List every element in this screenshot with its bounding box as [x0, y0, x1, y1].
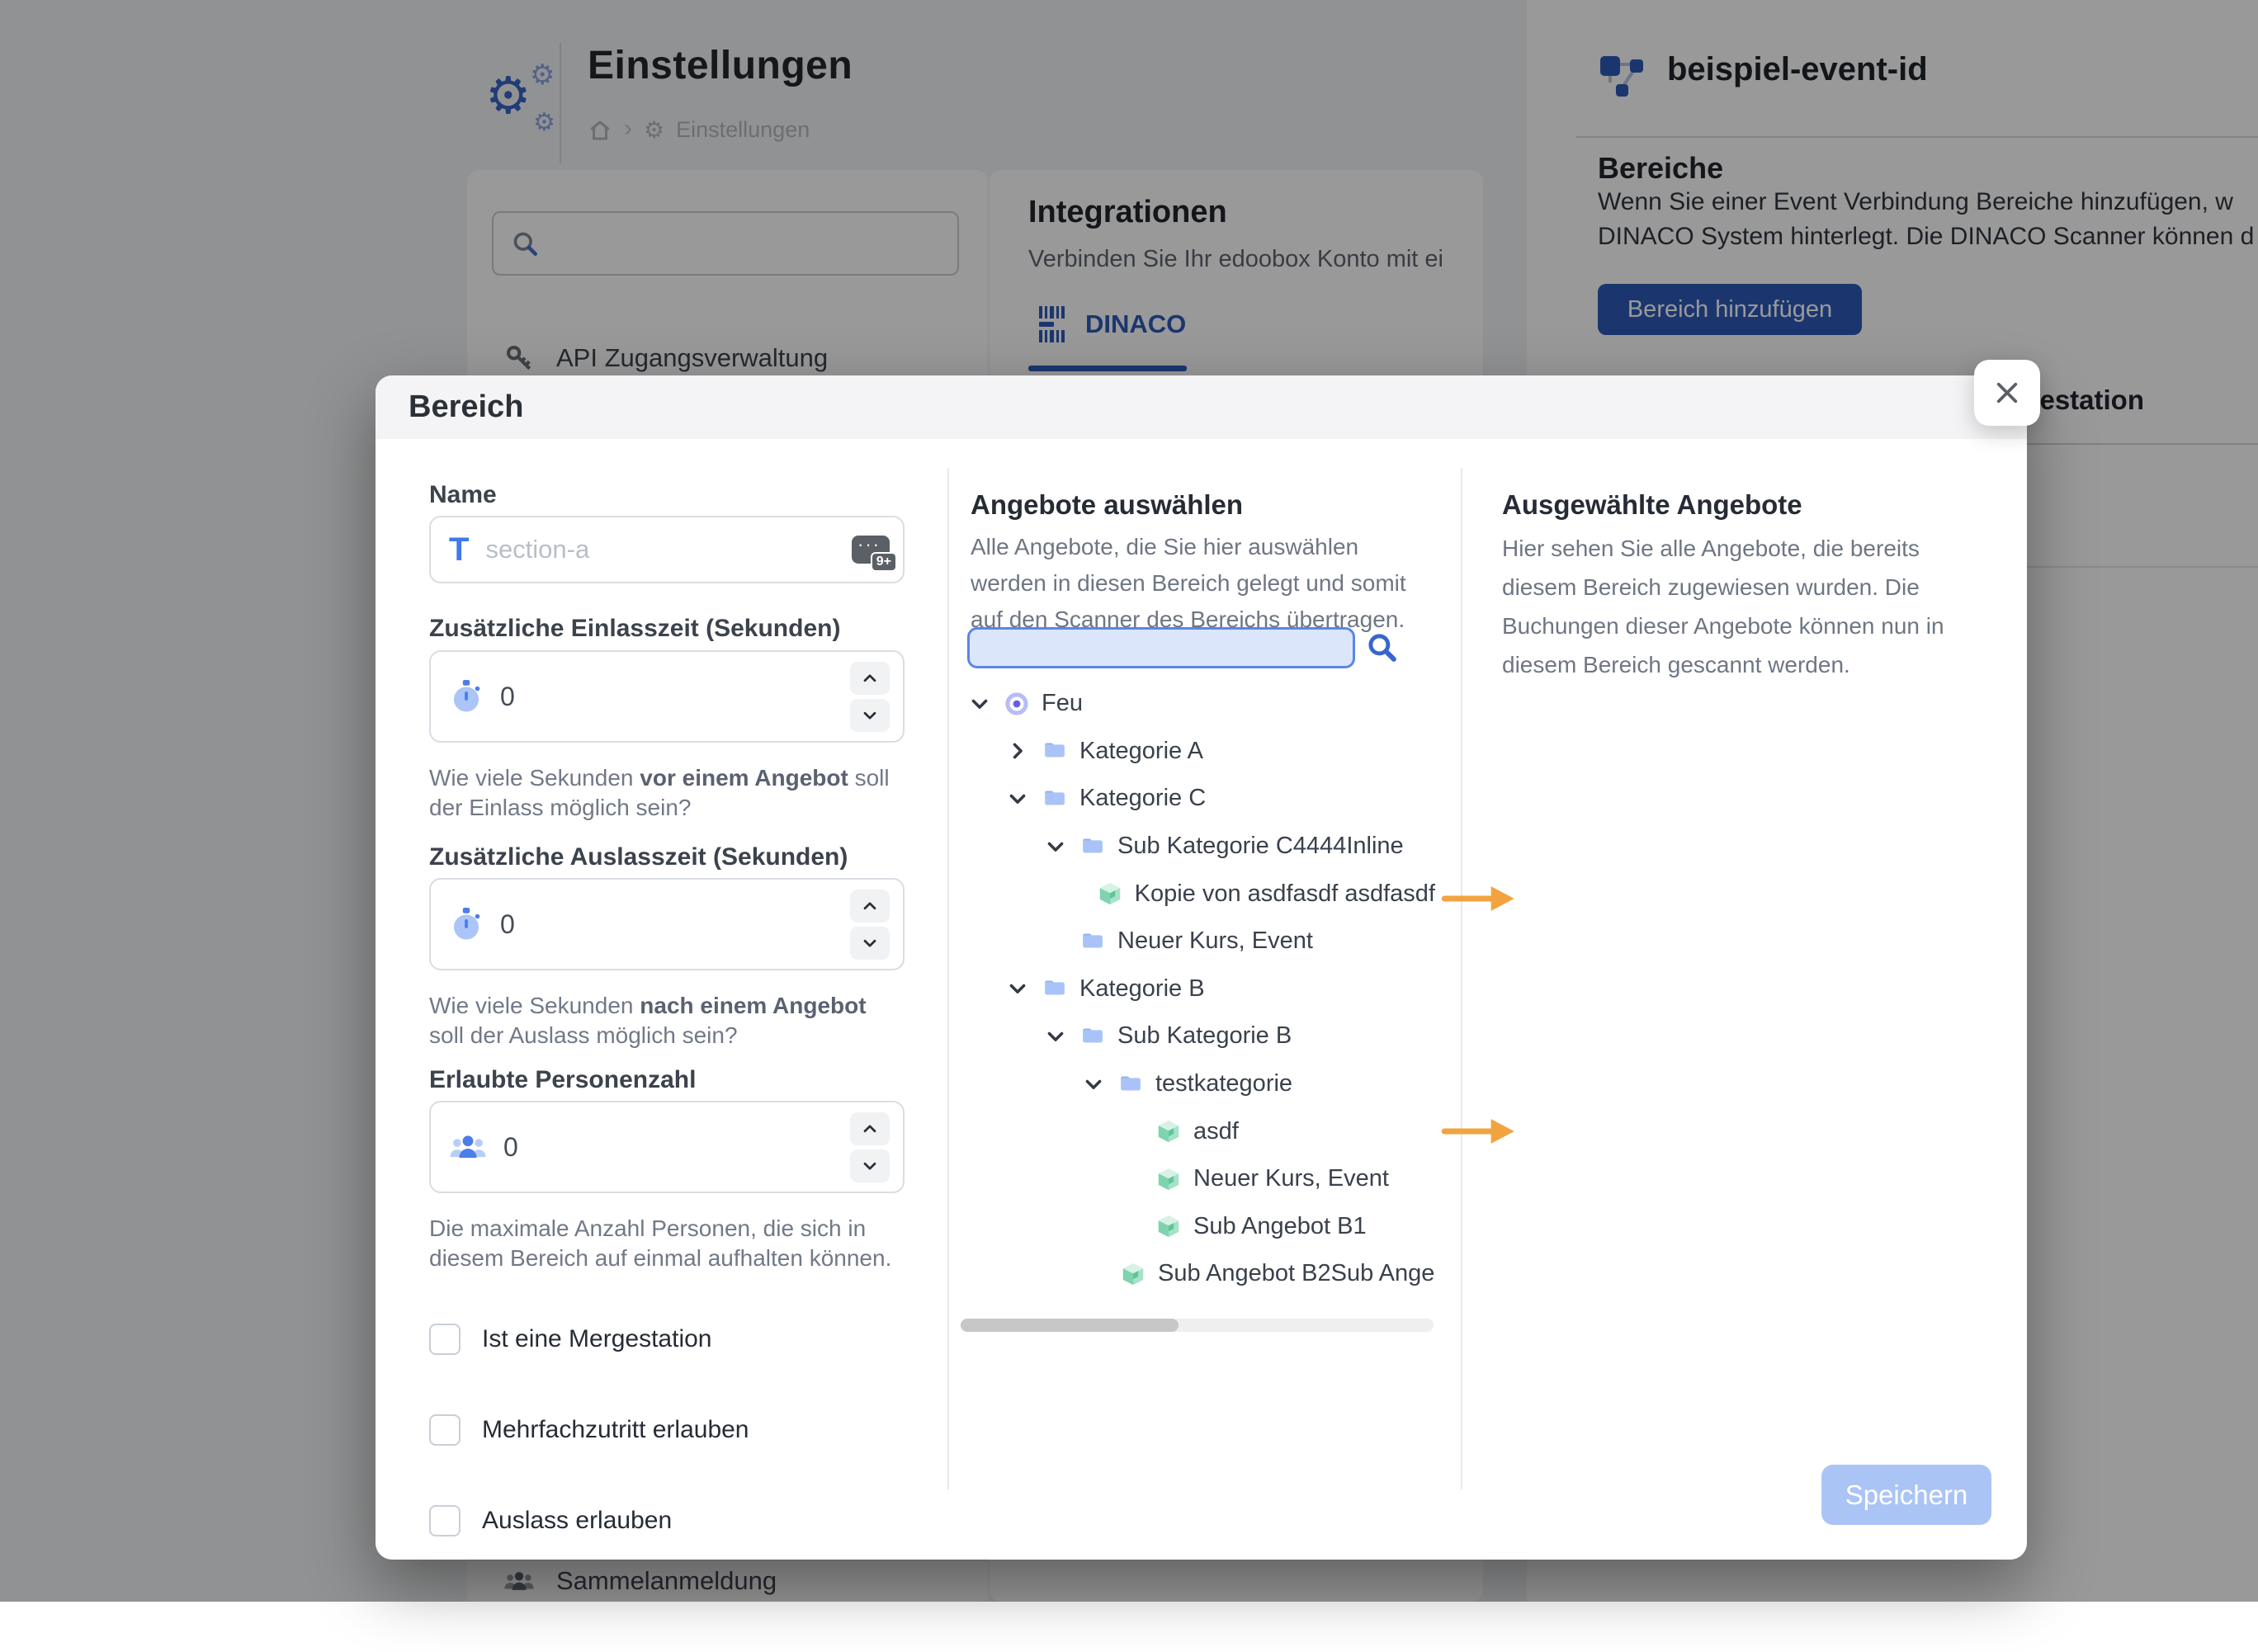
- name-input[interactable]: T section-a ··· 9+: [429, 516, 905, 583]
- tree-item-label[interactable]: Feu: [1042, 690, 1083, 717]
- chevron-right-icon[interactable]: [1006, 739, 1042, 762]
- checkbox[interactable]: [429, 1505, 461, 1536]
- tree-row[interactable]: Sub Angebot B1: [968, 1203, 1435, 1251]
- tree-item-label[interactable]: Sub Kategorie C4444Inline: [1117, 833, 1404, 860]
- angebote-auswaehlen-title: Angebote auswählen: [971, 489, 1243, 521]
- folder-icon: [1079, 928, 1106, 955]
- auslasszeit-value: 0: [500, 909, 515, 940]
- auslasszeit-decrement-button[interactable]: [850, 927, 890, 960]
- folder-icon: [1042, 786, 1068, 812]
- auslasszeit-label: Zusätzliche Auslasszeit (Sekunden): [429, 843, 905, 871]
- personenzahl-decrement-button[interactable]: [850, 1149, 890, 1182]
- checkbox-row-auslass[interactable]: Auslass erlauben: [429, 1505, 672, 1536]
- einlasszeit-help: Wie viele Sekunden vor einem Angebot sol…: [429, 763, 905, 823]
- einlasszeit-increment-button[interactable]: [850, 662, 890, 695]
- tree-row[interactable]: Kategorie C: [968, 775, 1435, 823]
- stopwatch-icon: [449, 906, 484, 942]
- tree-horizontal-scrollbar[interactable]: [961, 1319, 1434, 1332]
- tree-item-label[interactable]: asdf: [1193, 1118, 1239, 1145]
- tree-item-label[interactable]: Kategorie B: [1079, 975, 1205, 1003]
- text-type-icon: T: [449, 533, 469, 566]
- tree-row[interactable]: Kopie von asdfasdf asdfasdf: [968, 870, 1435, 918]
- tree-item-label[interactable]: Kopie von asdfasdf asdfasdf: [1135, 880, 1435, 908]
- angebote-tree: Feu Kategorie A Kategorie C Sub Kategorie C…: [968, 680, 1435, 1307]
- tree-row[interactable]: Neuer Kurs, Event: [968, 918, 1435, 965]
- search-icon[interactable]: [1364, 630, 1399, 664]
- folder-icon: [1079, 1023, 1106, 1050]
- tree-item-label[interactable]: Sub Kategorie B: [1117, 1022, 1292, 1050]
- folder-icon: [1042, 975, 1068, 1002]
- personenzahl-label: Erlaubte Personenzahl: [429, 1066, 905, 1094]
- ausgewaehlte-angebote-title: Ausgewählte Angebote: [1502, 489, 1802, 521]
- personenzahl-value: 0: [503, 1132, 518, 1163]
- keyboard-counter-icon[interactable]: ··· 9+: [852, 536, 890, 564]
- chevron-down-icon[interactable]: [1006, 787, 1042, 810]
- personenzahl-help: Die maximale Anzahl Personen, die sich i…: [429, 1214, 905, 1273]
- badge: 9+: [871, 552, 897, 572]
- auslasszeit-help: Wie viele Sekunden nach einem Angebot so…: [429, 991, 905, 1050]
- einlasszeit-decrement-button[interactable]: [850, 699, 890, 732]
- target-icon: [1004, 691, 1030, 717]
- tree-row[interactable]: Neuer Kurs, Event: [968, 1155, 1435, 1203]
- tree-row[interactable]: Sub Kategorie B: [968, 1012, 1435, 1060]
- tree-item-label[interactable]: Sub Angebot B2Sub Angeb: [1158, 1260, 1435, 1287]
- folder-icon: [1117, 1071, 1144, 1097]
- folder-icon: [1042, 738, 1068, 764]
- angebote-search-input[interactable]: [967, 627, 1355, 668]
- chevron-down-icon[interactable]: [1006, 977, 1042, 1000]
- column-divider: [1461, 468, 1462, 1489]
- einlasszeit-input[interactable]: 0: [429, 650, 905, 743]
- people-icon: [449, 1130, 487, 1163]
- cube-icon: [1155, 1166, 1182, 1192]
- personenzahl-increment-button[interactable]: [850, 1112, 890, 1145]
- tree-item-label[interactable]: Sub Angebot B1: [1193, 1213, 1367, 1240]
- auslasszeit-increment-button[interactable]: [850, 890, 890, 923]
- einlasszeit-value: 0: [500, 682, 515, 712]
- scrollbar-thumb[interactable]: [961, 1319, 1179, 1332]
- close-icon: [1991, 377, 2023, 408]
- checkbox-row-mehrfachzutritt[interactable]: Mehrfachzutritt erlauben: [429, 1414, 749, 1446]
- tree-item-label[interactable]: Neuer Kurs, Event: [1193, 1165, 1389, 1192]
- name-placeholder: section-a: [485, 535, 589, 564]
- annotation-arrow: [1438, 884, 1518, 913]
- tree-item-label[interactable]: Kategorie A: [1079, 738, 1203, 765]
- tree-row[interactable]: testkategorie: [968, 1060, 1435, 1108]
- tree-row[interactable]: Feu: [968, 680, 1435, 728]
- modal-header: Bereich: [376, 375, 2027, 439]
- stopwatch-icon: [449, 678, 484, 715]
- name-label: Name: [429, 481, 905, 509]
- chevron-down-icon[interactable]: [1044, 1025, 1079, 1048]
- tree-item-label[interactable]: Neuer Kurs, Event: [1117, 927, 1313, 955]
- tree-row[interactable]: Kategorie B: [968, 965, 1435, 1013]
- chevron-down-icon[interactable]: [1044, 835, 1079, 858]
- angebote-auswaehlen-description: Alle Angebote, die Sie hier auswählen we…: [971, 529, 1436, 638]
- checkbox[interactable]: [429, 1414, 461, 1446]
- cube-icon: [1155, 1118, 1182, 1145]
- checkbox[interactable]: [429, 1324, 461, 1355]
- cube-icon: [1155, 1213, 1182, 1239]
- tree-item-label[interactable]: Kategorie C: [1079, 785, 1206, 812]
- tree-row[interactable]: asdf: [968, 1107, 1435, 1155]
- cube-icon: [1097, 880, 1123, 907]
- annotation-arrow: [1438, 1116, 1518, 1146]
- chevron-down-icon[interactable]: [968, 692, 1004, 715]
- cube-icon: [1120, 1261, 1146, 1287]
- save-button[interactable]: Speichern: [1821, 1465, 1991, 1525]
- bereich-modal: Bereich Name T section-a ··· 9+ Zusätzli…: [376, 375, 2027, 1560]
- checkbox-row-mergestation[interactable]: Ist eine Mergestation: [429, 1324, 711, 1355]
- tree-row[interactable]: Kategorie A: [968, 728, 1435, 776]
- chevron-down-icon[interactable]: [1082, 1073, 1117, 1096]
- ausgewaehlte-angebote-description: Hier sehen Sie alle Angebote, die bereit…: [1502, 529, 1948, 684]
- modal-title: Bereich: [409, 389, 523, 425]
- personenzahl-input[interactable]: 0: [429, 1101, 905, 1193]
- tree-item-label[interactable]: testkategorie: [1155, 1070, 1292, 1097]
- column-divider: [947, 468, 949, 1489]
- tree-row[interactable]: Sub Kategorie C4444Inline: [968, 823, 1435, 871]
- modal-close-button[interactable]: [1974, 360, 2040, 426]
- einlasszeit-label: Zusätzliche Einlasszeit (Sekunden): [429, 615, 905, 643]
- folder-icon: [1079, 833, 1106, 860]
- auslasszeit-input[interactable]: 0: [429, 878, 905, 970]
- tree-row[interactable]: Sub Angebot B2Sub Angeb: [968, 1250, 1435, 1298]
